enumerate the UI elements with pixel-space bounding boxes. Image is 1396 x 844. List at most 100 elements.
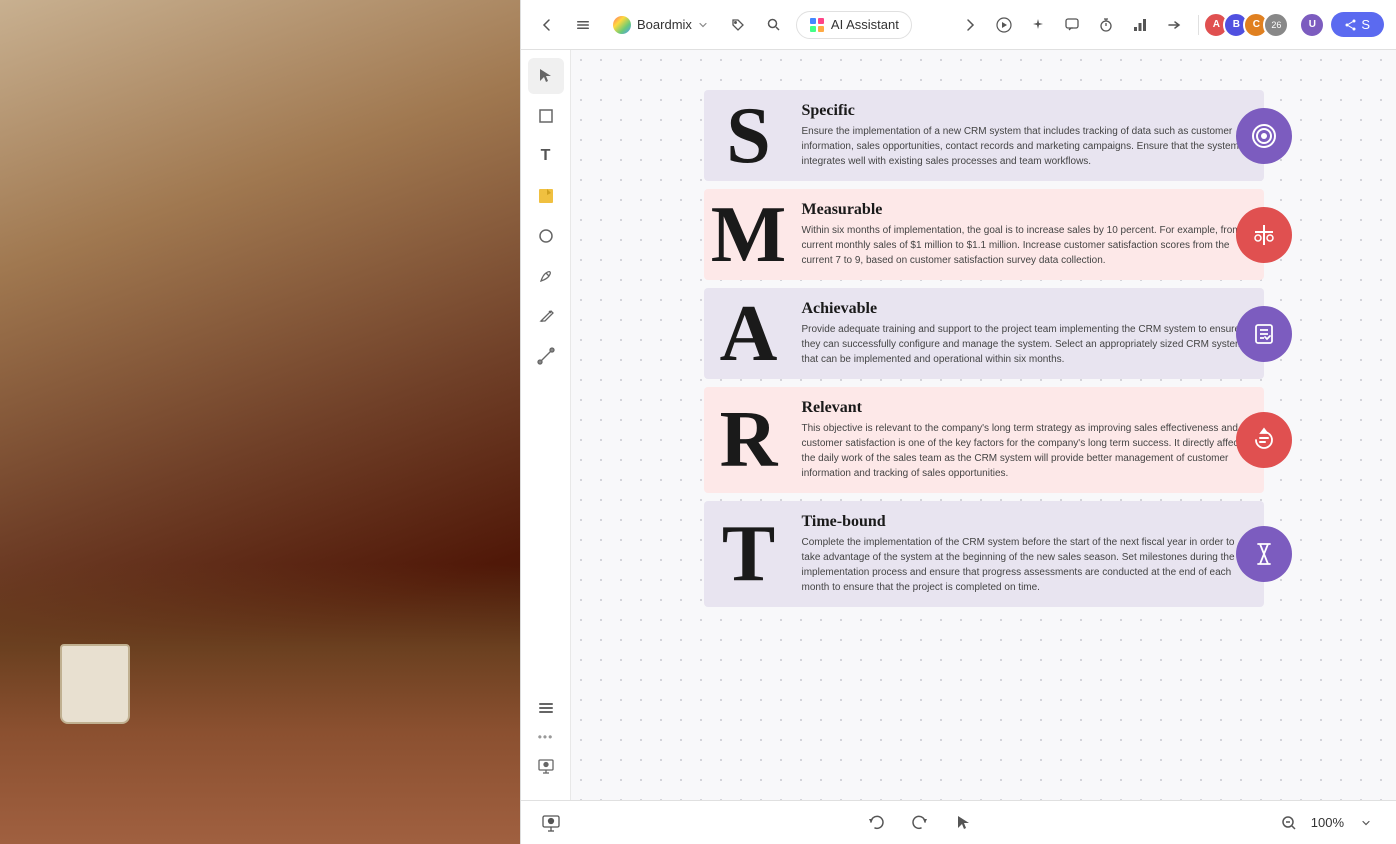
play-button[interactable] xyxy=(990,11,1018,39)
title-t: Time-bound xyxy=(802,513,1248,531)
shape-icon xyxy=(537,227,555,245)
redo-button[interactable] xyxy=(906,809,934,837)
main-content: T xyxy=(521,50,1396,800)
sidebar-item-frame[interactable] xyxy=(528,98,564,134)
present-mode-icon xyxy=(541,813,561,833)
sticky-icon xyxy=(537,187,555,205)
title-r: Relevant xyxy=(802,399,1248,417)
text-icon: T xyxy=(541,147,551,165)
sidebar-item-shape[interactable] xyxy=(528,218,564,254)
smart-card-s: S Specific Ensure the implementation of … xyxy=(704,90,1264,181)
sidebar-item-pencil[interactable] xyxy=(528,298,564,334)
zoom-out-button[interactable] xyxy=(1275,809,1303,837)
ai-assistant-button[interactable]: AI Assistant xyxy=(796,11,912,39)
arrow-right-button[interactable] xyxy=(956,11,984,39)
avatar-count: 26 xyxy=(1263,12,1289,38)
icon-circle-s xyxy=(1236,108,1292,164)
letter-area-s: S xyxy=(704,90,794,181)
pen-icon xyxy=(537,267,555,285)
checklist-icon xyxy=(1251,321,1277,347)
text-m: Within six months of implementation, the… xyxy=(802,223,1248,268)
letter-area-t: T xyxy=(704,501,794,607)
share-label: S xyxy=(1361,17,1370,32)
canvas-area[interactable]: S Specific Ensure the implementation of … xyxy=(571,50,1396,800)
toolbar-right: A B C 26 U S xyxy=(956,11,1384,39)
sidebar-bottom: ••• xyxy=(528,690,564,792)
toolbar-divider xyxy=(1198,15,1199,35)
content-t: Time-bound Complete the implementation o… xyxy=(794,501,1264,607)
sidebar-item-sticky[interactable] xyxy=(528,178,564,214)
more-button[interactable] xyxy=(1160,11,1188,39)
title-s: Specific xyxy=(802,102,1248,120)
hourglass-icon xyxy=(1251,541,1277,567)
boardmix-button[interactable]: Boardmix xyxy=(605,12,716,38)
boardmix-label: Boardmix xyxy=(637,17,692,32)
list-icon xyxy=(537,699,555,717)
smart-container: S Specific Ensure the implementation of … xyxy=(704,90,1264,607)
letter-area-m: M xyxy=(704,189,794,280)
pointer-button[interactable] xyxy=(950,809,978,837)
sidebar-item-list[interactable] xyxy=(528,690,564,726)
letter-area-a: A xyxy=(704,288,794,379)
letter-s: S xyxy=(726,96,771,176)
avatar-group: A B C 26 xyxy=(1209,12,1289,38)
tag-button[interactable] xyxy=(724,11,752,39)
chevron-down-icon xyxy=(698,20,708,30)
chat-button[interactable] xyxy=(1058,11,1086,39)
ai-icon xyxy=(809,17,825,33)
cursor-icon xyxy=(537,67,555,85)
share-button[interactable]: S xyxy=(1331,12,1384,37)
content-a: Achievable Provide adequate training and… xyxy=(794,288,1264,379)
icon-circle-m xyxy=(1236,207,1292,263)
sidebar-item-pen[interactable] xyxy=(528,258,564,294)
present-icon xyxy=(537,757,555,775)
smart-card-a: A Achievable Provide adequate training a… xyxy=(704,288,1264,379)
share-icon xyxy=(1345,19,1357,31)
pencil-icon xyxy=(537,307,555,325)
zoom-chevron-icon xyxy=(1361,818,1371,828)
zoom-dropdown-button[interactable] xyxy=(1352,809,1380,837)
bottom-center xyxy=(862,809,978,837)
content-s: Specific Ensure the implementation of a … xyxy=(794,90,1264,181)
frame-icon xyxy=(537,107,555,125)
letter-r: R xyxy=(720,400,778,480)
icon-circle-t xyxy=(1236,526,1292,582)
icon-circle-r xyxy=(1236,412,1292,468)
sidebar-item-select[interactable] xyxy=(528,58,564,94)
search-button[interactable] xyxy=(760,11,788,39)
present-mode-button[interactable] xyxy=(537,809,565,837)
current-user-avatar[interactable]: U xyxy=(1299,12,1325,38)
smart-card-t: T Time-bound Complete the implementation… xyxy=(704,501,1264,607)
connector-icon xyxy=(537,347,555,365)
text-t: Complete the implementation of the CRM s… xyxy=(802,535,1248,595)
timer-button[interactable] xyxy=(1092,11,1120,39)
bottom-right: 100% xyxy=(1275,809,1380,837)
zoom-out-icon xyxy=(1281,815,1297,831)
pointer-icon xyxy=(955,814,973,832)
content-r: Relevant This objective is relevant to t… xyxy=(794,387,1264,493)
bottom-left xyxy=(537,809,565,837)
letter-t: T xyxy=(722,514,775,594)
sparkle-button[interactable] xyxy=(1024,11,1052,39)
sidebar-item-text[interactable]: T xyxy=(528,138,564,174)
smart-card-r: R Relevant This objective is relevant to… xyxy=(704,387,1264,493)
sidebar: T xyxy=(521,50,571,800)
undo-icon xyxy=(867,814,885,832)
letter-m: M xyxy=(711,195,787,275)
undo-button[interactable] xyxy=(862,809,890,837)
sidebar-item-connector[interactable] xyxy=(528,338,564,374)
menu-button[interactable] xyxy=(569,11,597,39)
sidebar-dots: ••• xyxy=(538,730,554,744)
sidebar-item-present[interactable] xyxy=(528,748,564,784)
zoom-level: 100% xyxy=(1311,815,1344,830)
cycle-icon xyxy=(1251,427,1277,453)
bottom-toolbar: 100% xyxy=(521,800,1396,844)
back-button[interactable] xyxy=(533,11,561,39)
redo-icon xyxy=(911,814,929,832)
text-a: Provide adequate training and support to… xyxy=(802,322,1248,367)
chart-button[interactable] xyxy=(1126,11,1154,39)
text-s: Ensure the implementation of a new CRM s… xyxy=(802,124,1248,169)
target-icon xyxy=(1251,123,1277,149)
icon-circle-a xyxy=(1236,306,1292,362)
title-m: Measurable xyxy=(802,201,1248,219)
